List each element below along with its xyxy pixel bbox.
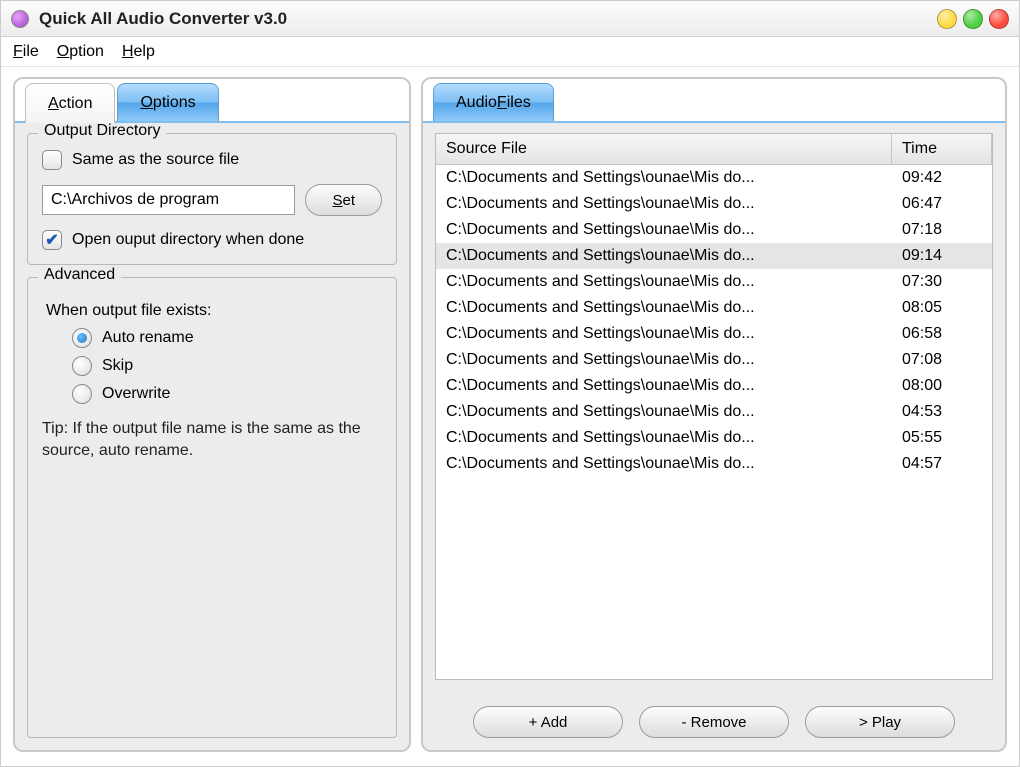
label-overwrite: Overwrite (102, 385, 170, 403)
add-button[interactable]: + Add (473, 706, 623, 738)
file-list-body[interactable]: C:\Documents and Settings\ounae\Mis do..… (436, 165, 992, 679)
cell-source: C:\Documents and Settings\ounae\Mis do..… (436, 427, 892, 449)
table-row[interactable]: C:\Documents and Settings\ounae\Mis do..… (436, 269, 992, 295)
cell-source: C:\Documents and Settings\ounae\Mis do..… (436, 375, 892, 397)
cell-source: C:\Documents and Settings\ounae\Mis do..… (436, 219, 892, 241)
cell-time: 08:05 (892, 297, 992, 319)
cell-source: C:\Documents and Settings\ounae\Mis do..… (436, 453, 892, 475)
output-directory-title: Output Directory (38, 123, 166, 140)
cell-time: 04:53 (892, 401, 992, 423)
checkbox-open-when-done[interactable] (42, 230, 62, 250)
files-panel: Audio Files Source File Time C:\Document… (421, 77, 1007, 752)
remove-button[interactable]: - Remove (639, 706, 789, 738)
advanced-tip: Tip: If the output file name is the same… (42, 418, 382, 463)
content-area: Action Options Output Directory Same as … (1, 67, 1019, 766)
table-row[interactable]: C:\Documents and Settings\ounae\Mis do..… (436, 347, 992, 373)
cell-source: C:\Documents and Settings\ounae\Mis do..… (436, 349, 892, 371)
cell-time: 07:08 (892, 349, 992, 371)
table-row[interactable]: C:\Documents and Settings\ounae\Mis do..… (436, 373, 992, 399)
set-button[interactable]: Set (305, 184, 382, 216)
app-icon (11, 10, 29, 28)
tab-options[interactable]: Options (117, 83, 218, 121)
table-row[interactable]: C:\Documents and Settings\ounae\Mis do..… (436, 321, 992, 347)
cell-source: C:\Documents and Settings\ounae\Mis do..… (436, 193, 892, 215)
radio-skip[interactable] (72, 356, 92, 376)
col-header-source[interactable]: Source File (436, 134, 892, 164)
cell-time: 06:58 (892, 323, 992, 345)
label-skip: Skip (102, 357, 133, 375)
close-button[interactable] (989, 9, 1009, 29)
cell-source: C:\Documents and Settings\ounae\Mis do..… (436, 401, 892, 423)
cell-source: C:\Documents and Settings\ounae\Mis do..… (436, 271, 892, 293)
cell-time: 09:14 (892, 245, 992, 267)
advanced-title: Advanced (38, 266, 121, 284)
cell-time: 07:30 (892, 271, 992, 293)
file-list: Source File Time C:\Documents and Settin… (435, 133, 993, 680)
tab-audio-files[interactable]: Audio Files (433, 83, 554, 121)
file-buttons-row: + Add - Remove > Play (435, 706, 993, 738)
advanced-group: Advanced When output file exists: Auto r… (27, 277, 397, 738)
table-row[interactable]: C:\Documents and Settings\ounae\Mis do..… (436, 295, 992, 321)
cell-time: 08:00 (892, 375, 992, 397)
table-row[interactable]: C:\Documents and Settings\ounae\Mis do..… (436, 243, 992, 269)
label-auto-rename: Auto rename (102, 329, 194, 347)
label-open-when-done: Open ouput directory when done (72, 231, 304, 249)
titlebar: Quick All Audio Converter v3.0 (1, 1, 1019, 37)
label-same-as-source: Same as the source file (72, 151, 239, 169)
menubar: File Option Help (1, 37, 1019, 67)
window-controls (937, 9, 1009, 29)
menu-file[interactable]: File (13, 43, 39, 61)
cell-source: C:\Documents and Settings\ounae\Mis do..… (436, 297, 892, 319)
table-row[interactable]: C:\Documents and Settings\ounae\Mis do..… (436, 399, 992, 425)
checkbox-same-as-source[interactable] (42, 150, 62, 170)
cell-source: C:\Documents and Settings\ounae\Mis do..… (436, 167, 892, 189)
maximize-button[interactable] (963, 9, 983, 29)
table-row[interactable]: C:\Documents and Settings\ounae\Mis do..… (436, 217, 992, 243)
cell-time: 09:42 (892, 167, 992, 189)
cell-time: 07:18 (892, 219, 992, 241)
left-tabbar: Action Options (15, 79, 409, 123)
output-directory-group: Output Directory Same as the source file… (27, 133, 397, 265)
cell-time: 05:55 (892, 427, 992, 449)
table-row[interactable]: C:\Documents and Settings\ounae\Mis do..… (436, 451, 992, 477)
file-list-header: Source File Time (436, 134, 992, 165)
right-tabbar: Audio Files (423, 79, 1005, 123)
table-row[interactable]: C:\Documents and Settings\ounae\Mis do..… (436, 425, 992, 451)
col-header-time[interactable]: Time (892, 134, 992, 164)
cell-time: 04:57 (892, 453, 992, 475)
cell-source: C:\Documents and Settings\ounae\Mis do..… (436, 323, 892, 345)
window-title: Quick All Audio Converter v3.0 (39, 9, 937, 29)
tab-action[interactable]: Action (25, 83, 115, 123)
play-button[interactable]: > Play (805, 706, 955, 738)
cell-source: C:\Documents and Settings\ounae\Mis do..… (436, 245, 892, 267)
radio-auto-rename[interactable] (72, 328, 92, 348)
menu-option[interactable]: Option (57, 43, 104, 61)
files-body: Source File Time C:\Documents and Settin… (423, 123, 1005, 750)
settings-panel: Action Options Output Directory Same as … (13, 77, 411, 752)
label-when-exists: When output file exists: (46, 302, 382, 320)
settings-body: Output Directory Same as the source file… (15, 123, 409, 750)
menu-help[interactable]: Help (122, 43, 155, 61)
output-path-input[interactable] (42, 185, 295, 215)
radio-overwrite[interactable] (72, 384, 92, 404)
cell-time: 06:47 (892, 193, 992, 215)
table-row[interactable]: C:\Documents and Settings\ounae\Mis do..… (436, 165, 992, 191)
app-window: Quick All Audio Converter v3.0 File Opti… (0, 0, 1020, 767)
minimize-button[interactable] (937, 9, 957, 29)
table-row[interactable]: C:\Documents and Settings\ounae\Mis do..… (436, 191, 992, 217)
